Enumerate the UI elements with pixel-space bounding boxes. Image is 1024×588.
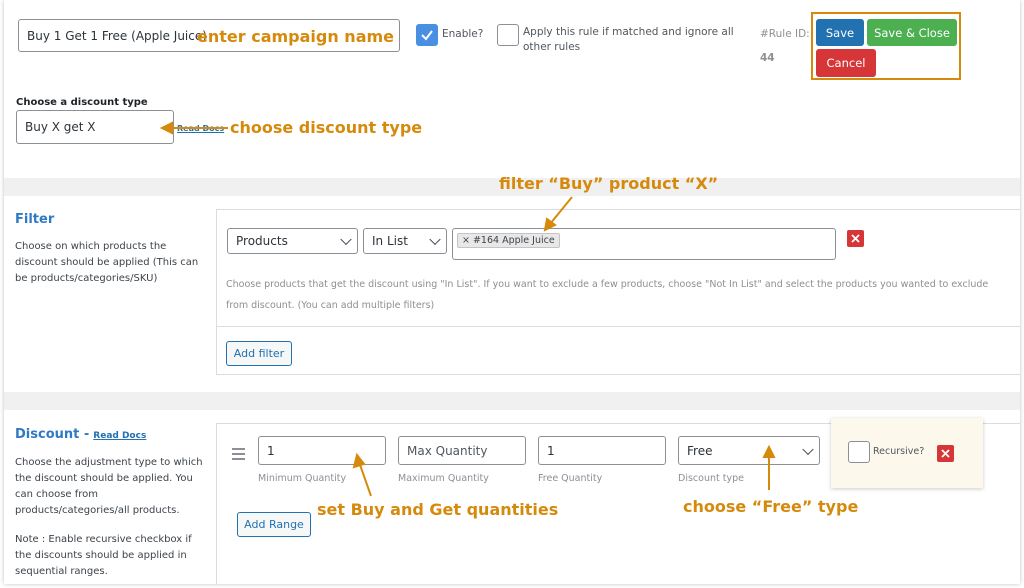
arrow-quantities xyxy=(358,461,372,497)
rule-editor: Buy 1 Get 1 Free (Apple Juice) enter cam… xyxy=(4,0,1020,584)
arrow-filter-product xyxy=(549,196,573,225)
annotation-arrows xyxy=(159,121,776,497)
